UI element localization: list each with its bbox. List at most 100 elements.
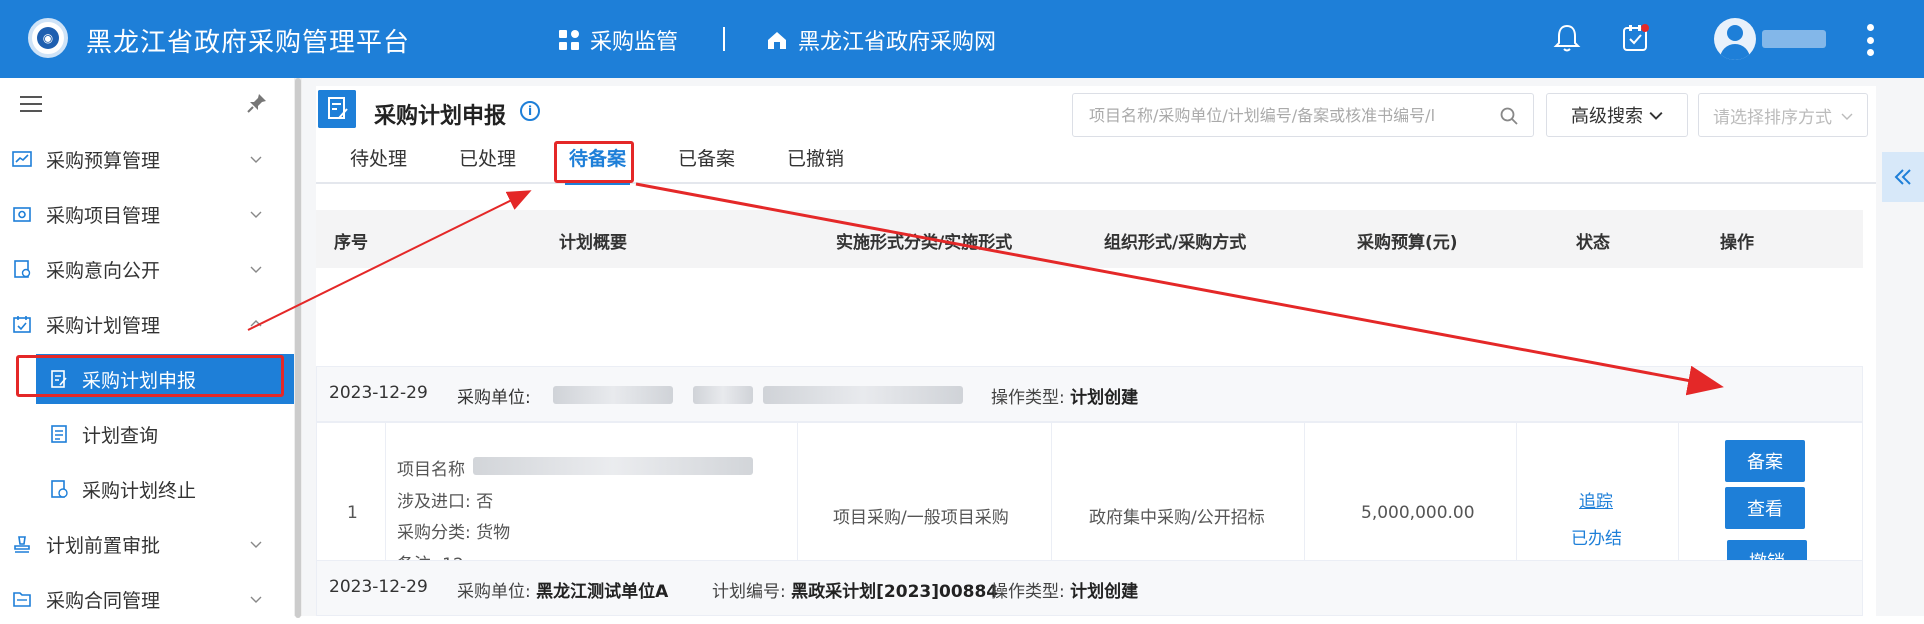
nav-procurement-supervision[interactable]: 采购监管 xyxy=(558,24,678,56)
table-header: 序号 计划概要 实施形式分类/实施形式 组织形式/采购方式 采购预算(元) 状态… xyxy=(316,210,1863,268)
tab-revoked[interactable]: 已撤销 xyxy=(787,144,844,180)
advanced-search-label: 高级搜索 xyxy=(1571,106,1643,127)
sidebar-item-plan-query[interactable]: 计划查询 xyxy=(36,409,294,459)
page-title-icon xyxy=(318,90,356,128)
sidebar-item-intent[interactable]: 采购意向公开 xyxy=(0,244,294,294)
sidebar-item-label: 采购合同管理 xyxy=(46,589,161,612)
sort-select[interactable]: 请选择排序方式 xyxy=(1698,93,1868,137)
stamp-icon xyxy=(14,536,30,553)
status-tabs: 待处理 已处理 待备案 已备案 已撤销 xyxy=(316,140,1876,185)
nav-label: 黑龙江省政府采购网 xyxy=(798,30,997,55)
sidebar-item-label: 采购计划管理 xyxy=(46,314,161,337)
op-type: 操作类型: 计划创建 xyxy=(991,582,1139,602)
chevron-down-icon xyxy=(250,156,262,163)
sort-placeholder: 请选择排序方式 xyxy=(1713,107,1832,128)
column-header: 实施形式分类/实施形式 xyxy=(836,233,1013,253)
category-info: 采购分类: 货物 xyxy=(397,523,511,543)
column-header: 序号 xyxy=(334,233,368,253)
group-date: 2023-12-29 xyxy=(329,577,428,597)
bell-icon[interactable] xyxy=(1552,22,1582,54)
unit-label: 采购单位: xyxy=(457,388,531,408)
redacted-plan-no xyxy=(763,386,963,404)
table-group-header: 2023-12-29 采购单位: 黑龙江测试单位A 计划编号: 黑政采计划[20… xyxy=(316,560,1863,616)
view-button[interactable]: 查看 xyxy=(1725,487,1805,529)
list-document-icon xyxy=(51,425,67,443)
plan-no-info: 计划编号: 黑政采计划[2023]00884 xyxy=(712,582,999,602)
column-header: 计划概要 xyxy=(559,233,627,253)
main-content: 采购计划申报 i 高级搜索 请选择排序方式 待处理 已处理 待备案 已备案 已撤… xyxy=(302,78,1924,616)
row-index: 1 xyxy=(347,503,358,523)
nav-label: 采购监管 xyxy=(590,30,679,55)
highlight-box-tab xyxy=(554,141,634,183)
collapse-panel-button[interactable] xyxy=(1882,152,1924,202)
sidebar-item-label: 采购项目管理 xyxy=(46,204,161,227)
top-bar: ◉ 黑龙江省政府采购管理平台 采购监管 黑龙江省政府采购网 xyxy=(0,0,1924,78)
folder-icon xyxy=(13,592,31,607)
unit-info: 采购单位: 黑龙江测试单位A xyxy=(457,582,669,602)
chevron-up-icon xyxy=(250,320,262,327)
advanced-search-button[interactable]: 高级搜索 xyxy=(1546,93,1688,137)
redacted-project-name xyxy=(473,457,753,475)
chevron-down-icon xyxy=(250,211,262,218)
track-link[interactable]: 追踪 xyxy=(1579,487,1613,512)
platform-logo: ◉ xyxy=(28,18,68,58)
sidebar-item-plan-terminate[interactable]: 采购计划终止 xyxy=(36,464,294,514)
nav-procurement-website[interactable]: 黑龙江省政府采购网 xyxy=(766,24,996,56)
chevron-down-icon xyxy=(250,541,262,548)
search-icon[interactable] xyxy=(1499,106,1519,126)
project-name-label: 项目名称 xyxy=(397,460,465,480)
app-title: 黑龙江省政府采购管理平台 xyxy=(86,28,411,58)
home-icon xyxy=(768,32,786,49)
redacted-label xyxy=(693,386,753,404)
chevron-down-icon xyxy=(250,596,262,603)
redacted-unit xyxy=(553,386,673,404)
sidebar-item-label: 采购意向公开 xyxy=(46,259,161,282)
sidebar-scrollbar[interactable] xyxy=(294,78,302,618)
highlight-box-menu xyxy=(16,355,284,397)
column-header: 操作 xyxy=(1720,233,1754,253)
impl-form: 项目采购/一般项目采购 xyxy=(833,508,1009,528)
op-type: 操作类型: 计划创建 xyxy=(991,388,1139,408)
more-menu-icon[interactable] xyxy=(1866,24,1874,56)
page-title: 采购计划申报 xyxy=(374,104,507,129)
sidebar-toolbar xyxy=(0,78,294,128)
username-redacted[interactable] xyxy=(1762,30,1826,48)
user-avatar[interactable] xyxy=(1714,18,1756,60)
column-header: 采购预算(元) xyxy=(1357,233,1458,253)
info-icon[interactable]: i xyxy=(520,101,540,121)
tab-processed[interactable]: 已处理 xyxy=(459,144,516,180)
status-text: 已办结 xyxy=(1571,529,1622,549)
chart-icon xyxy=(12,151,32,167)
grid-icon xyxy=(559,30,579,50)
task-icon[interactable] xyxy=(1620,22,1650,54)
tab-pending[interactable]: 待处理 xyxy=(350,144,407,180)
file-button[interactable]: 备案 xyxy=(1725,440,1805,482)
sidebar: 采购预算管理 采购项目管理 采购意向公开 采购计划管理 采购计划申报 计划查询 … xyxy=(0,78,294,616)
calendar-icon xyxy=(13,316,31,333)
stop-document-icon xyxy=(51,480,68,498)
box-icon xyxy=(13,207,31,222)
sidebar-item-budget[interactable]: 采购预算管理 xyxy=(0,134,294,184)
table-group-header: 2023-12-29 采购单位: 操作类型: 计划创建 xyxy=(316,366,1863,422)
chevron-down-icon xyxy=(1841,113,1853,120)
menu-toggle-icon[interactable] xyxy=(20,96,42,112)
sidebar-item-label: 采购预算管理 xyxy=(46,149,161,172)
import-info: 涉及进口: 否 xyxy=(397,492,494,512)
tab-filed[interactable]: 已备案 xyxy=(678,144,735,180)
content-panel: 采购计划申报 i 高级搜索 请选择排序方式 待处理 已处理 待备案 已备案 已撤… xyxy=(316,86,1876,616)
document-icon xyxy=(14,260,31,278)
nav-divider xyxy=(723,27,725,51)
group-date: 2023-12-29 xyxy=(329,383,428,403)
sidebar-item-label: 计划前置审批 xyxy=(46,534,161,557)
sidebar-item-pre-approval[interactable]: 计划前置审批 xyxy=(0,519,294,569)
sidebar-item-plan[interactable]: 采购计划管理 xyxy=(0,299,294,349)
org-form: 政府集中采购/公开招标 xyxy=(1089,508,1265,528)
column-header: 状态 xyxy=(1576,233,1610,253)
pin-icon[interactable] xyxy=(246,92,268,114)
column-header: 组织形式/采购方式 xyxy=(1104,233,1247,253)
search-box xyxy=(1072,93,1534,137)
search-input[interactable] xyxy=(1089,94,1489,136)
double-chevron-left-icon xyxy=(1894,169,1911,185)
sidebar-item-project[interactable]: 采购项目管理 xyxy=(0,189,294,239)
sidebar-item-contract[interactable]: 采购合同管理 xyxy=(0,574,294,624)
